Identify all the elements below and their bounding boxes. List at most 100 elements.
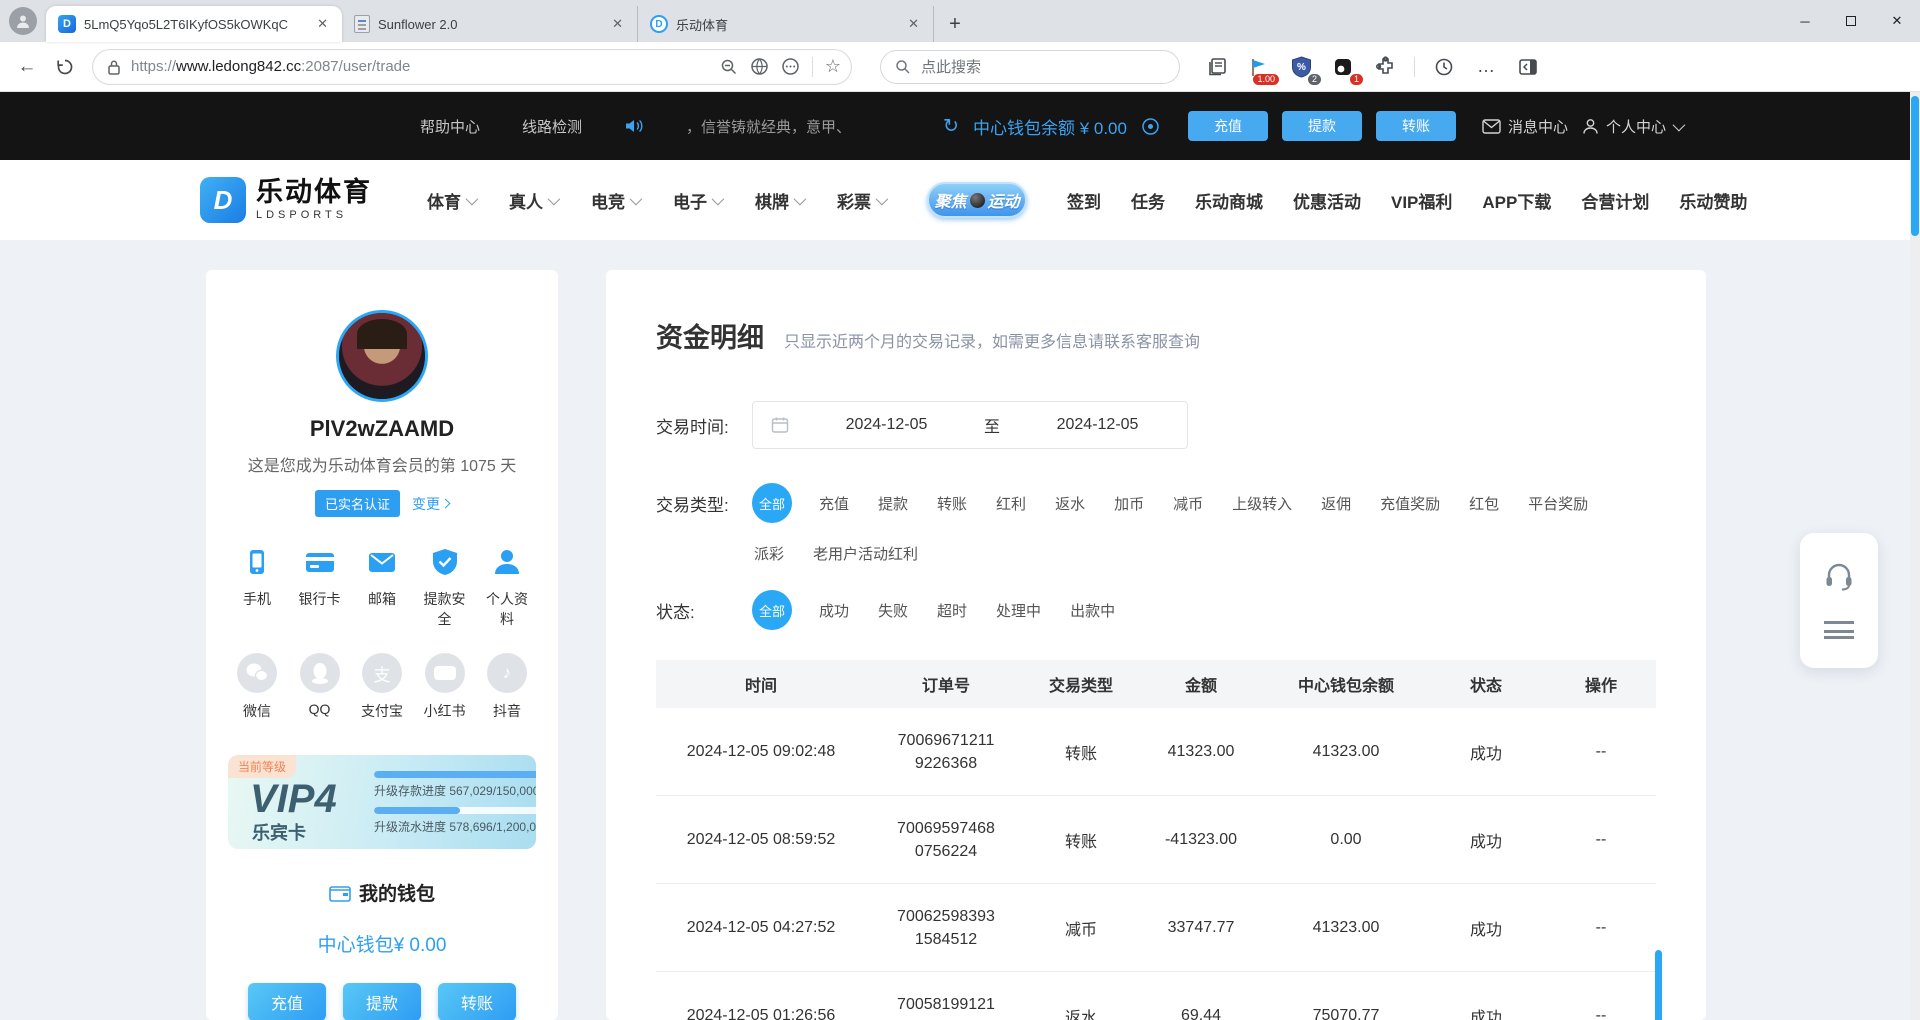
- type-option[interactable]: 返水: [1053, 485, 1087, 522]
- message-center-link[interactable]: 消息中心: [1482, 116, 1568, 137]
- date-to-value[interactable]: 2024-12-05: [1026, 416, 1169, 434]
- xiaohongshu-binding[interactable]: 小红书: [418, 653, 472, 721]
- zoom-out-icon[interactable]: [720, 58, 738, 76]
- status-option[interactable]: 失败: [876, 592, 910, 629]
- transfer-button[interactable]: 转账: [438, 983, 516, 1020]
- browser-tab-2[interactable]: Sunflower 2.0 ✕: [342, 6, 638, 42]
- settings-more-icon[interactable]: …: [1473, 54, 1499, 80]
- browser-profile-button[interactable]: [0, 0, 46, 42]
- nav-item[interactable]: APP下载: [1482, 188, 1551, 213]
- type-option[interactable]: 全部: [752, 483, 792, 523]
- customer-service-headset-icon[interactable]: [1823, 562, 1855, 592]
- withdraw-safety[interactable]: 提款安全: [418, 543, 472, 629]
- type-option[interactable]: 转账: [935, 485, 969, 522]
- url-text[interactable]: https://www.ledong842.cc:2087/user/trade: [131, 58, 720, 75]
- line-check-link[interactable]: 线路检测: [522, 116, 582, 137]
- nav-dropdown-item[interactable]: 电竞: [591, 188, 639, 213]
- shield-extension-icon[interactable]: % 2: [1288, 54, 1314, 80]
- nav-dropdown-item[interactable]: 电子: [673, 188, 721, 213]
- back-button[interactable]: ←: [10, 50, 44, 84]
- collections-icon[interactable]: [1204, 54, 1230, 80]
- type-option[interactable]: 提款: [876, 485, 910, 522]
- tab-close-icon[interactable]: ✕: [608, 16, 627, 32]
- vip-level-card[interactable]: 当前等级 VIP4 乐宾卡 升级存款进度 567,029/150,000 升级流…: [228, 755, 536, 849]
- type-option[interactable]: 红包: [1467, 485, 1501, 522]
- status-option[interactable]: 全部: [752, 590, 792, 630]
- type-option[interactable]: 平台奖励: [1526, 485, 1590, 522]
- topbar-deposit-button[interactable]: 充值: [1188, 111, 1268, 141]
- history-icon[interactable]: [1431, 54, 1457, 80]
- qq-binding[interactable]: QQ: [293, 653, 347, 721]
- personal-center-link[interactable]: 个人中心: [1582, 116, 1682, 137]
- personal-profile[interactable]: 个人资料: [480, 543, 534, 629]
- nav-item[interactable]: 乐动商城: [1195, 188, 1263, 213]
- help-center-link[interactable]: 帮助中心: [420, 116, 480, 137]
- nav-dropdown-item[interactable]: 真人: [509, 188, 557, 213]
- eye-icon[interactable]: [1141, 117, 1160, 136]
- nav-dropdown-item[interactable]: 体育: [427, 188, 475, 213]
- topbar-transfer-button[interactable]: 转账: [1376, 111, 1456, 141]
- site-logo[interactable]: D 乐动体育 LDSPORTS: [200, 177, 372, 223]
- deposit-button[interactable]: 充值: [248, 983, 326, 1020]
- new-tab-button[interactable]: +: [940, 9, 970, 39]
- withdraw-button[interactable]: 提款: [343, 983, 421, 1020]
- type-option[interactable]: 上级转入: [1230, 485, 1294, 522]
- nav-item[interactable]: 任务: [1131, 188, 1165, 213]
- browser-tab-3[interactable]: D 乐动体育 ✕: [638, 6, 934, 42]
- date-from-value[interactable]: 2024-12-05: [815, 416, 958, 434]
- nav-dropdown-item[interactable]: 彩票: [837, 188, 885, 213]
- type-option[interactable]: 派彩: [752, 535, 786, 572]
- email-binding[interactable]: 邮箱: [355, 543, 409, 629]
- status-option[interactable]: 超时: [935, 592, 969, 629]
- status-option[interactable]: 成功: [817, 592, 851, 629]
- type-option[interactable]: 返佣: [1319, 485, 1353, 522]
- favorite-star-icon[interactable]: ☆: [825, 56, 841, 77]
- browser-tab-1[interactable]: D 5LmQ5Yqo5L2T6IKyfOS5kOWKqC ✕: [46, 6, 342, 42]
- sidebar-panel-icon[interactable]: [1515, 54, 1541, 80]
- type-option[interactable]: 充值: [817, 485, 851, 522]
- close-window-button[interactable]: ✕: [1874, 0, 1920, 42]
- type-option[interactable]: 充值奖励: [1378, 485, 1442, 522]
- status-option[interactable]: 出款中: [1068, 592, 1117, 629]
- more-tools-icon[interactable]: [781, 57, 800, 76]
- nav-item[interactable]: 合营计划: [1581, 188, 1649, 213]
- type-option[interactable]: 红利: [994, 485, 1028, 522]
- topbar-withdraw-button[interactable]: 提款: [1282, 111, 1362, 141]
- nav-dropdown-item[interactable]: 棋牌: [755, 188, 803, 213]
- bank-card-binding[interactable]: 银行卡: [293, 543, 347, 629]
- page-scrollbar-thumb[interactable]: [1911, 96, 1919, 236]
- flag-extension-icon[interactable]: 1.00: [1246, 54, 1272, 80]
- date-range-picker[interactable]: 2024-12-05 至 2024-12-05: [752, 401, 1188, 449]
- refresh-balance-icon[interactable]: ↻: [943, 115, 959, 138]
- alipay-binding[interactable]: 支 支付宝: [355, 653, 409, 721]
- minimize-button[interactable]: ─: [1782, 0, 1828, 42]
- tab-close-icon[interactable]: ✕: [904, 16, 923, 32]
- nav-item[interactable]: 签到: [1067, 188, 1101, 213]
- table-scrollbar-thumb[interactable]: [1655, 950, 1662, 1020]
- status-option[interactable]: 处理中: [994, 592, 1043, 629]
- avatar[interactable]: [336, 310, 428, 402]
- type-option[interactable]: 加币: [1112, 485, 1146, 522]
- change-link[interactable]: 变更: [412, 494, 449, 514]
- translate-icon[interactable]: [750, 57, 769, 76]
- extensions-puzzle-icon[interactable]: [1372, 54, 1398, 80]
- nav-item[interactable]: 乐动赞助: [1679, 188, 1747, 213]
- phone-binding[interactable]: 手机: [230, 543, 284, 629]
- type-option[interactable]: 减币: [1171, 485, 1205, 522]
- address-bar[interactable]: https://www.ledong842.cc:2087/user/trade…: [92, 49, 852, 85]
- nav-item[interactable]: 优惠活动: [1293, 188, 1361, 213]
- lock-icon[interactable]: [107, 59, 121, 75]
- tab-title: 乐动体育: [676, 15, 896, 34]
- tab-close-icon[interactable]: ✕: [313, 16, 332, 32]
- password-extension-icon[interactable]: 1: [1330, 54, 1356, 80]
- menu-hamburger-icon[interactable]: [1824, 621, 1854, 639]
- nav-item[interactable]: VIP福利: [1391, 188, 1452, 213]
- page-scrollbar[interactable]: [1910, 92, 1920, 1020]
- douyin-binding[interactable]: ♪ 抖音: [480, 653, 534, 721]
- refresh-button[interactable]: [48, 50, 82, 84]
- focus-sport-button[interactable]: 聚焦运动: [927, 182, 1027, 218]
- wechat-binding[interactable]: 微信: [230, 653, 284, 721]
- quick-search-box[interactable]: 点此搜索: [880, 50, 1180, 84]
- type-option[interactable]: 老用户活动红利: [811, 535, 920, 572]
- maximize-button[interactable]: [1828, 0, 1874, 42]
